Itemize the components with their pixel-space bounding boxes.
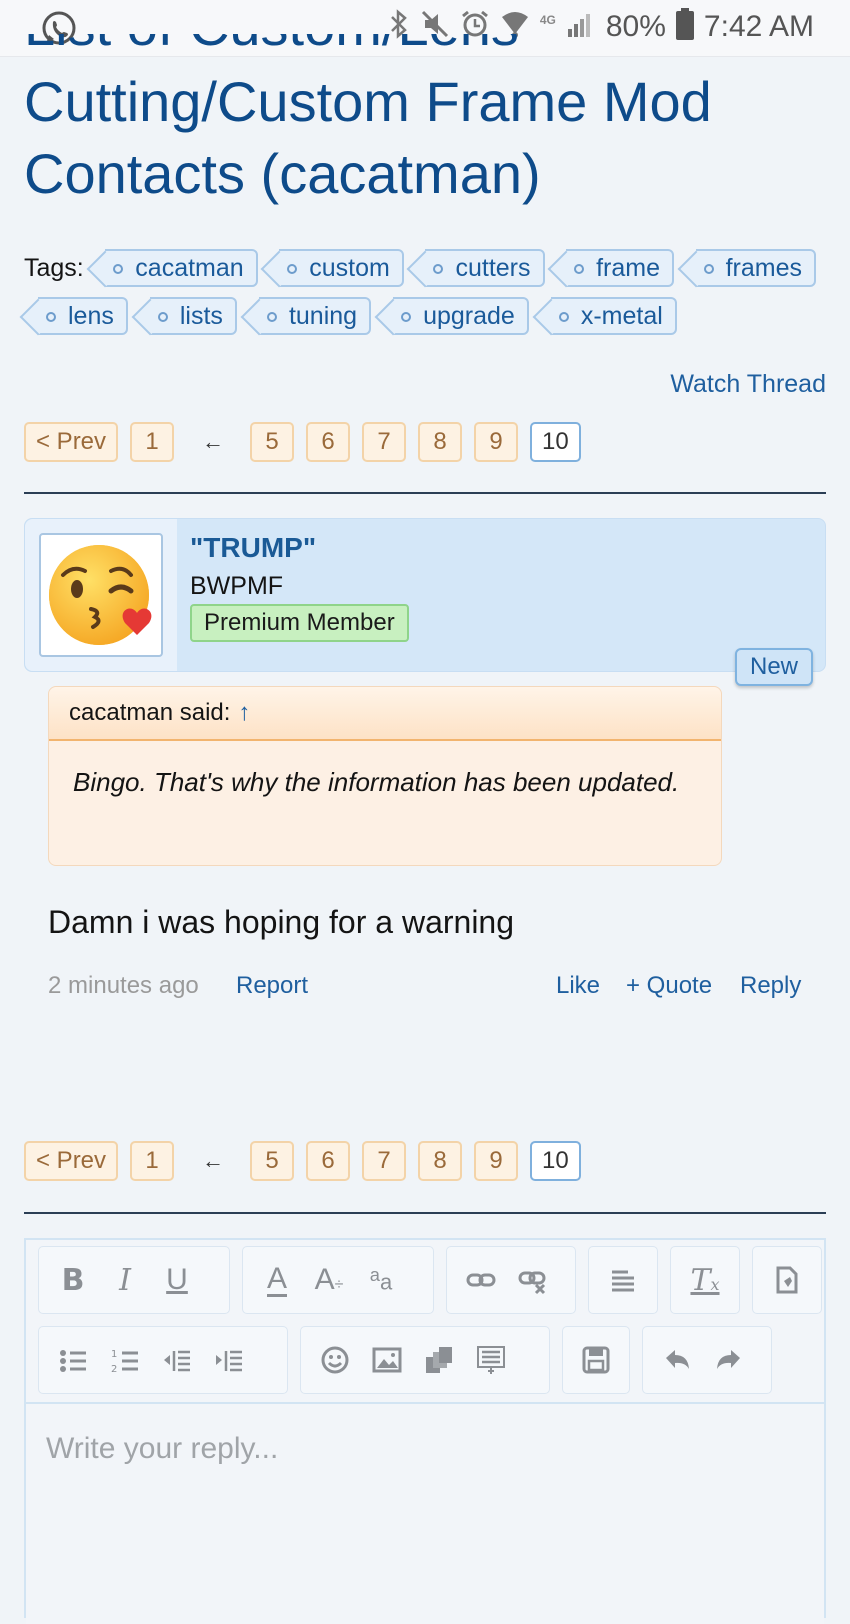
numbered-list-icon[interactable]: 12 xyxy=(99,1334,151,1386)
remove-format-icon[interactable]: Tx xyxy=(679,1254,731,1306)
kiss-emoji-icon xyxy=(49,545,152,645)
tag-list: Tags: cacatman custom cutters frame fram… xyxy=(24,246,824,342)
align-group xyxy=(588,1246,658,1314)
save-draft-icon[interactable] xyxy=(571,1334,621,1386)
link-group xyxy=(446,1246,576,1314)
reply-placeholder: Write your reply... xyxy=(46,1432,279,1465)
page-8-button[interactable]: 8 xyxy=(418,422,463,462)
quote-text: Bingo. That's why the information has be… xyxy=(73,767,680,797)
outdent-icon[interactable] xyxy=(151,1334,203,1386)
user-title: BWPMF xyxy=(190,572,284,600)
font-color-icon[interactable]: A xyxy=(251,1254,303,1306)
tag-tuning[interactable]: tuning xyxy=(258,297,372,335)
font-size-icon[interactable]: A÷ xyxy=(303,1254,355,1306)
draft-group xyxy=(562,1326,630,1394)
tags-label: Tags: xyxy=(24,253,84,282)
report-link[interactable]: Report xyxy=(236,972,308,1000)
new-badge: New xyxy=(735,648,813,686)
image-icon[interactable] xyxy=(361,1334,413,1386)
quote-block-icon[interactable] xyxy=(465,1334,517,1386)
history-group xyxy=(642,1326,772,1394)
italic-icon[interactable]: I xyxy=(99,1254,151,1306)
svg-text:1: 1 xyxy=(111,1349,117,1360)
thread-title: List of Custom/Lens Cutting/Custom Frame… xyxy=(24,34,824,210)
reply-textarea[interactable]: Write your reply... xyxy=(26,1402,824,1624)
tag-cutters[interactable]: cutters xyxy=(425,249,545,287)
smilies-icon[interactable] xyxy=(309,1334,361,1386)
font-group: A A÷ aa xyxy=(242,1246,434,1314)
title-line-1: Cutting/Custom Frame Mod xyxy=(24,70,712,133)
media-icon[interactable] xyxy=(413,1334,465,1386)
font-family-icon[interactable]: aa xyxy=(355,1254,407,1306)
media-group xyxy=(300,1326,550,1394)
page-skip-arrow[interactable]: ← xyxy=(186,429,240,455)
page-1-button[interactable]: 1 xyxy=(130,1141,175,1181)
align-icon[interactable] xyxy=(597,1254,649,1306)
indent-icon[interactable] xyxy=(203,1334,255,1386)
editor-toolbar-row-2: 12 xyxy=(38,1326,784,1394)
page-6-button[interactable]: 6 xyxy=(306,1141,351,1181)
post-header xyxy=(24,518,826,672)
tag-frame[interactable]: frame xyxy=(566,249,674,287)
divider xyxy=(24,1212,826,1214)
page-7-button[interactable]: 7 xyxy=(362,1141,407,1181)
tag-lists[interactable]: lists xyxy=(149,297,237,335)
unlink-icon[interactable] xyxy=(507,1254,559,1306)
watch-thread-link[interactable]: Watch Thread xyxy=(670,370,826,399)
post-footer: 2 minutes ago Report Like + Quote Reply xyxy=(48,972,808,1008)
tag-upgrade[interactable]: upgrade xyxy=(393,297,529,335)
format-group: Tx xyxy=(670,1246,740,1314)
page-9-button[interactable]: 9 xyxy=(474,1141,519,1181)
quote-jump-icon[interactable]: ↑ xyxy=(238,699,250,727)
quote-block: cacatman said: ↑ Bingo. That's why the i… xyxy=(48,686,722,866)
page-8-button[interactable]: 8 xyxy=(418,1141,463,1181)
page-9-button[interactable]: 9 xyxy=(474,422,519,462)
page-1-button[interactable]: 1 xyxy=(130,422,175,462)
tag-lens[interactable]: lens xyxy=(38,297,128,335)
page-10-current[interactable]: 10 xyxy=(530,422,581,462)
divider xyxy=(24,492,826,494)
page-skip-arrow[interactable]: ← xyxy=(186,1148,240,1174)
pagination-top: < Prev 1 ← 5 6 7 8 9 10 xyxy=(24,422,593,462)
post-username[interactable]: "TRUMP" xyxy=(190,532,316,564)
page-10-current[interactable]: 10 xyxy=(530,1141,581,1181)
svg-text:2: 2 xyxy=(111,1364,117,1375)
editor-toolbar-row-1: B I U A A÷ aa Tx xyxy=(38,1246,834,1314)
tag-x-metal[interactable]: x-metal xyxy=(550,297,677,335)
quote-link[interactable]: + Quote xyxy=(626,972,712,1000)
pagination-bottom: < Prev 1 ← 5 6 7 8 9 10 xyxy=(24,1141,593,1181)
redo-icon[interactable] xyxy=(703,1334,755,1386)
prev-page-button[interactable]: < Prev xyxy=(24,1141,119,1181)
avatar[interactable] xyxy=(39,533,163,657)
list-group: 12 xyxy=(38,1326,288,1394)
quote-header: cacatman said: ↑ xyxy=(49,687,721,741)
reply-link[interactable]: Reply xyxy=(740,972,801,1000)
bullet-list-icon[interactable] xyxy=(47,1334,99,1386)
title-line-2: Contacts (cacatman) xyxy=(24,142,541,205)
tag-cacatman[interactable]: cacatman xyxy=(105,249,258,287)
page-6-button[interactable]: 6 xyxy=(306,422,351,462)
tag-custom[interactable]: custom xyxy=(279,249,404,287)
bold-icon[interactable]: B xyxy=(47,1254,99,1306)
link-icon[interactable] xyxy=(455,1254,507,1306)
text-style-group: B I U xyxy=(38,1246,230,1314)
page-7-button[interactable]: 7 xyxy=(362,422,407,462)
tag-frames[interactable]: frames xyxy=(695,249,816,287)
insert-group xyxy=(752,1246,822,1314)
underline-icon[interactable]: U xyxy=(151,1254,203,1306)
page-5-button[interactable]: 5 xyxy=(250,422,295,462)
undo-icon[interactable] xyxy=(651,1334,703,1386)
like-link[interactable]: Like xyxy=(556,972,600,1000)
title-line-cut: List of Custom/Lens xyxy=(24,34,824,66)
quote-author: cacatman said: xyxy=(69,699,231,726)
premium-member-badge: Premium Member xyxy=(190,604,409,642)
avatar-panel xyxy=(25,519,177,671)
insert-code-icon[interactable] xyxy=(761,1254,813,1306)
prev-page-button[interactable]: < Prev xyxy=(24,422,119,462)
page-5-button[interactable]: 5 xyxy=(250,1141,295,1181)
network-type: 4G xyxy=(539,12,556,27)
reply-editor: B I U A A÷ aa Tx 1 2 Write your reply... xyxy=(24,1238,826,1624)
post-message: Damn i was hoping for a warning xyxy=(48,904,515,940)
post-timestamp[interactable]: 2 minutes ago xyxy=(48,972,199,1000)
